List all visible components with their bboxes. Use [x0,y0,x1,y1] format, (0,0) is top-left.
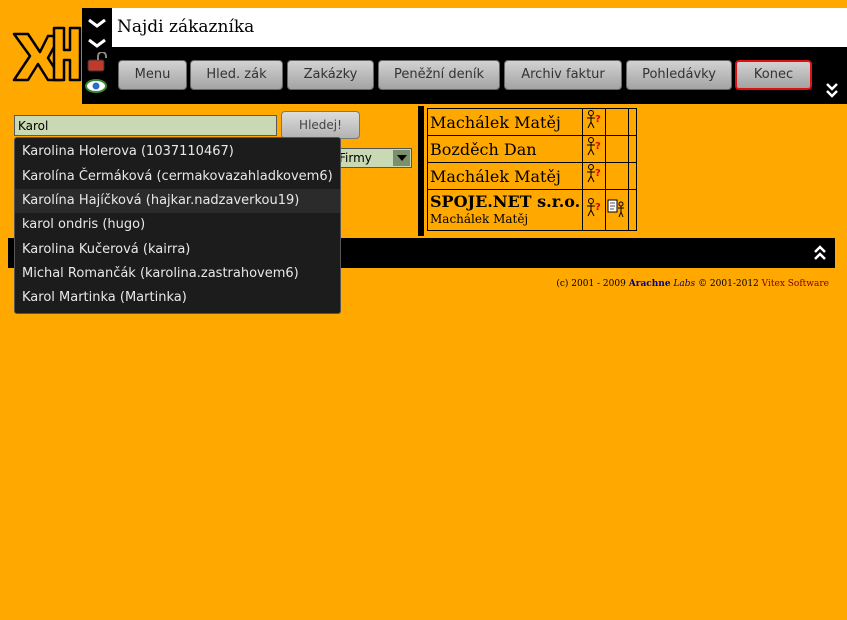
arachne-text: Arachne [628,279,671,289]
scroll-up-icon[interactable] [811,244,829,262]
autocomplete-item[interactable]: Karolina Holerova (1037110467) [15,140,340,164]
search-button[interactable]: Hledej! [281,111,360,139]
autocomplete-item[interactable]: Karolina Kučerová (kairra) [15,238,340,262]
customer-name-link[interactable]: Machálek Matěj [427,162,583,190]
page-title-bar: Najdi zákazníka [112,8,847,47]
nav-button-archiv-faktur[interactable]: Archiv faktur [504,60,622,90]
customer-person-icon[interactable]: ? [585,198,603,218]
nav-button-penezni-denik[interactable]: Peněžní deník [378,60,500,90]
nav-button-menu[interactable]: Menu [118,60,187,90]
labs-text: Labs [673,279,696,289]
nav-button-zakazky[interactable]: Zakázky [287,60,374,90]
vitex-software-link[interactable]: Vitex Software [762,279,829,289]
empty-cell [628,108,637,136]
svg-text:?: ? [595,141,601,152]
expand-chevron-icon[interactable] [82,32,112,52]
autocomplete-item[interactable]: Karolína Hajíčková (hajkar.nadzaverkou19… [15,189,340,213]
customer-person-icon[interactable]: ? [585,137,603,157]
autocomplete-item[interactable]: Karolína Čermáková (cermakovazahladkovem… [15,165,340,189]
svg-text:?: ? [595,114,601,125]
nav-button-pohledavky[interactable]: Pohledávky [626,60,732,90]
table-row: Machálek Matěj ? [427,108,637,136]
table-row: Bozděch Dan ? [427,135,637,163]
empty-cell [628,189,637,231]
footer-copyright: (c) 2001 - 2009 Arachne Labs © 2001-2012… [556,279,829,289]
customer-person-icon[interactable]: ? [585,164,603,184]
customer-person-icon[interactable]: ? [585,110,603,130]
main-nav: Menu Hled. zák Zakázky Peněžní deník Arc… [112,47,847,104]
customer-name-link[interactable]: Bozděch Dan [427,135,583,163]
page-title: Najdi zákazníka [117,17,255,37]
results-table: Machálek Matěj ? Bozděch Dan ? Machálek … [427,108,637,231]
firm-name[interactable]: SPOJE.NET s.r.o. [430,193,582,211]
xh-logo [12,26,82,82]
footer-middle: © 2001-2012 [698,279,759,289]
search-type-value: Firmy [339,151,372,165]
results-divider [418,106,424,236]
search-input[interactable] [14,115,277,136]
arachne-labs-link[interactable]: Arachne Labs [629,279,695,289]
footer-prefix: (c) 2001 - 2009 [556,279,626,289]
search-type-select[interactable]: Firmy [330,148,412,168]
table-row: Machálek Matěj ? [427,162,637,190]
eye-icon[interactable] [82,76,112,96]
svg-text:?: ? [595,202,601,213]
nav-button-hled-zak[interactable]: Hled. zák [190,60,283,90]
empty-cell [605,162,629,190]
svg-text:?: ? [595,168,601,179]
firm-contact: Machálek Matěj [430,212,529,226]
firm-cell[interactable]: SPOJE.NET s.r.o. Machálek Matěj [427,189,583,231]
collapse-chevron-icon[interactable] [82,14,112,34]
empty-cell [628,135,637,163]
chevron-down-icon[interactable] [393,150,410,166]
side-toolbar [82,8,112,104]
autocomplete-item[interactable]: Michal Romančák (karolina.zastrahovem6) [15,262,340,286]
customer-name-link[interactable]: Machálek Matěj [427,108,583,136]
unlock-icon[interactable] [82,52,112,72]
empty-cell [628,162,637,190]
empty-cell [605,135,629,163]
autocomplete-item[interactable]: karol ondris (hugo) [15,213,340,237]
empty-cell [605,108,629,136]
scroll-down-icon[interactable] [823,81,841,99]
nav-button-konec[interactable]: Konec [735,60,812,90]
autocomplete-dropdown: Karolina Holerova (1037110467) Karolína … [14,137,341,314]
table-row: SPOJE.NET s.r.o. Machálek Matěj ? [427,189,637,231]
document-person-icon[interactable] [607,198,627,218]
autocomplete-item[interactable]: Karol Martinka (Martinka) [15,286,340,310]
